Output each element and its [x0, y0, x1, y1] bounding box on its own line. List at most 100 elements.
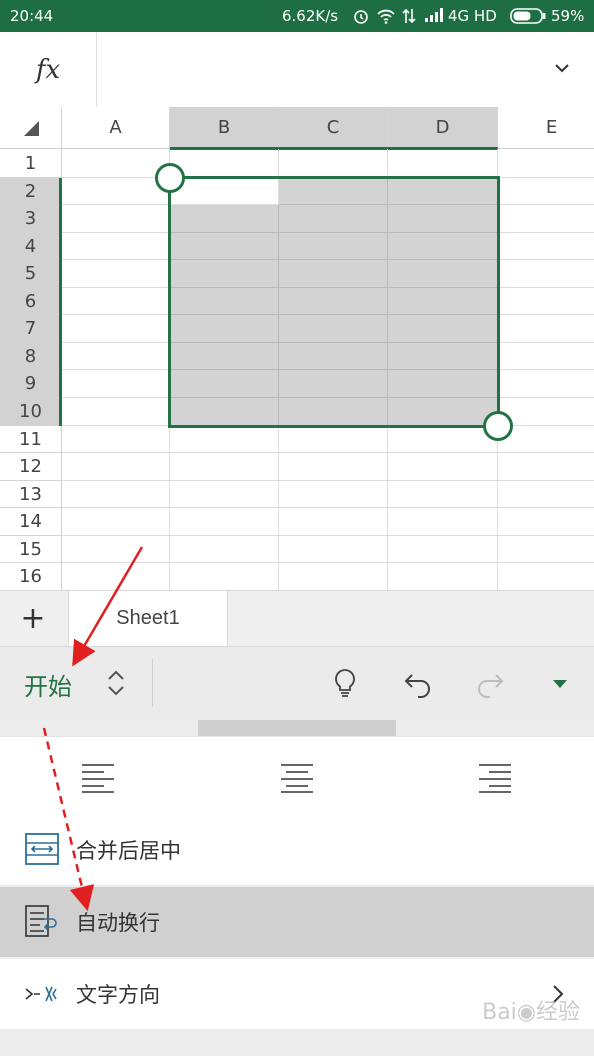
select-all-corner[interactable] [0, 107, 62, 149]
grid-cell[interactable] [279, 453, 388, 481]
grid-cell[interactable] [388, 315, 498, 343]
grid-cell[interactable] [498, 233, 594, 260]
redo-icon[interactable] [472, 665, 508, 701]
grid-cell[interactable] [279, 508, 388, 536]
grid-cell[interactable] [62, 481, 170, 508]
grid-cell[interactable] [388, 288, 498, 315]
grid-cell[interactable] [279, 288, 388, 315]
selection-handle-top-left[interactable] [155, 163, 185, 193]
menu-item-wrap-text[interactable]: 自动换行 [0, 887, 594, 957]
grid-cell[interactable] [170, 343, 279, 370]
column-header-d[interactable]: D [388, 107, 498, 149]
grid-cell[interactable] [170, 315, 279, 343]
grid-cell[interactable] [388, 563, 498, 590]
selection-handle-bottom-right[interactable] [483, 411, 513, 441]
grid-cell[interactable] [62, 536, 170, 563]
grid-cell[interactable] [498, 563, 594, 590]
grid-cell[interactable] [498, 205, 594, 233]
row-header-16[interactable]: 16 [0, 563, 62, 590]
grid-cell[interactable] [388, 398, 498, 426]
grid-cell[interactable] [170, 563, 279, 590]
row-header-1[interactable]: 1 [0, 149, 62, 178]
grid-cell[interactable] [170, 398, 279, 426]
grid-cell[interactable] [62, 149, 170, 178]
row-header-14[interactable]: 14 [0, 508, 62, 536]
grid-cell[interactable] [279, 343, 388, 370]
ribbon-dropdown-icon[interactable] [542, 665, 578, 701]
grid-cell[interactable] [279, 205, 388, 233]
grid-cell[interactable] [279, 315, 388, 343]
row-header-8[interactable]: 8 [0, 343, 62, 370]
grid-cell[interactable] [170, 260, 279, 288]
row-header-10[interactable]: 10 [0, 398, 62, 426]
grid-cell[interactable] [388, 370, 498, 398]
grid-cell[interactable] [498, 149, 594, 178]
grid-cell[interactable] [388, 343, 498, 370]
grid-cell[interactable] [279, 563, 388, 590]
grid-cell[interactable] [388, 260, 498, 288]
spreadsheet-grid[interactable]: A B C D E 1 2 3 4 5 6 7 8 9 10 11 12 13 … [0, 107, 594, 590]
grid-cell[interactable] [170, 288, 279, 315]
grid-cell[interactable] [498, 453, 594, 481]
grid-cell[interactable] [279, 260, 388, 288]
grid-cell[interactable] [170, 178, 279, 205]
grid-cell[interactable] [279, 178, 388, 205]
grid-cell[interactable] [388, 205, 498, 233]
grid-cell[interactable] [62, 398, 170, 426]
grid-cell[interactable] [62, 508, 170, 536]
grid-cell[interactable] [279, 481, 388, 508]
grid-cell[interactable] [170, 481, 279, 508]
row-header-13[interactable]: 13 [0, 481, 62, 508]
grid-cell[interactable] [170, 453, 279, 481]
column-header-c[interactable]: C [279, 107, 388, 149]
grid-cell[interactable] [388, 233, 498, 260]
row-header-4[interactable]: 4 [0, 233, 62, 260]
panel-scroll-indicator[interactable] [198, 720, 396, 736]
grid-cell[interactable] [388, 178, 498, 205]
ribbon-tab-home[interactable]: 开始 [24, 667, 72, 702]
grid-cell[interactable] [170, 536, 279, 563]
grid-cell[interactable] [388, 149, 498, 178]
row-header-6[interactable]: 6 [0, 288, 62, 315]
grid-cell[interactable] [62, 288, 170, 315]
grid-cell[interactable] [279, 233, 388, 260]
lightbulb-icon[interactable] [327, 665, 363, 701]
align-right-icon[interactable] [475, 757, 515, 797]
grid-cell[interactable] [388, 453, 498, 481]
row-header-5[interactable]: 5 [0, 260, 62, 288]
column-header-e[interactable]: E [498, 107, 594, 149]
grid-cell[interactable] [498, 481, 594, 508]
grid-cell[interactable] [62, 453, 170, 481]
column-header-b[interactable]: B [170, 107, 279, 149]
row-header-3[interactable]: 3 [0, 205, 62, 233]
fx-button[interactable]: fx [0, 32, 97, 107]
grid-cell[interactable] [498, 178, 594, 205]
grid-cell[interactable] [170, 426, 279, 453]
grid-cell[interactable] [62, 563, 170, 590]
grid-cell[interactable] [62, 343, 170, 370]
grid-cell[interactable] [279, 426, 388, 453]
grid-cell[interactable] [62, 205, 170, 233]
align-left-icon[interactable] [78, 757, 118, 797]
grid-cell[interactable] [62, 370, 170, 398]
grid-cell[interactable] [62, 315, 170, 343]
row-header-9[interactable]: 9 [0, 370, 62, 398]
grid-cell[interactable] [388, 481, 498, 508]
ribbon-switch-icon[interactable] [98, 665, 134, 701]
grid-cell[interactable] [170, 233, 279, 260]
align-center-icon[interactable] [277, 757, 317, 797]
grid-cell[interactable] [498, 536, 594, 563]
row-header-7[interactable]: 7 [0, 315, 62, 343]
undo-icon[interactable] [400, 665, 436, 701]
row-header-12[interactable]: 12 [0, 453, 62, 481]
column-header-a[interactable]: A [62, 107, 170, 149]
row-header-15[interactable]: 15 [0, 536, 62, 563]
grid-cell[interactable] [498, 343, 594, 370]
grid-cell[interactable] [62, 178, 170, 205]
grid-cell[interactable] [170, 370, 279, 398]
grid-cell[interactable] [388, 508, 498, 536]
chevron-down-icon[interactable] [550, 56, 574, 80]
grid-cell[interactable] [62, 426, 170, 453]
grid-cell[interactable] [62, 233, 170, 260]
grid-cell[interactable] [170, 508, 279, 536]
